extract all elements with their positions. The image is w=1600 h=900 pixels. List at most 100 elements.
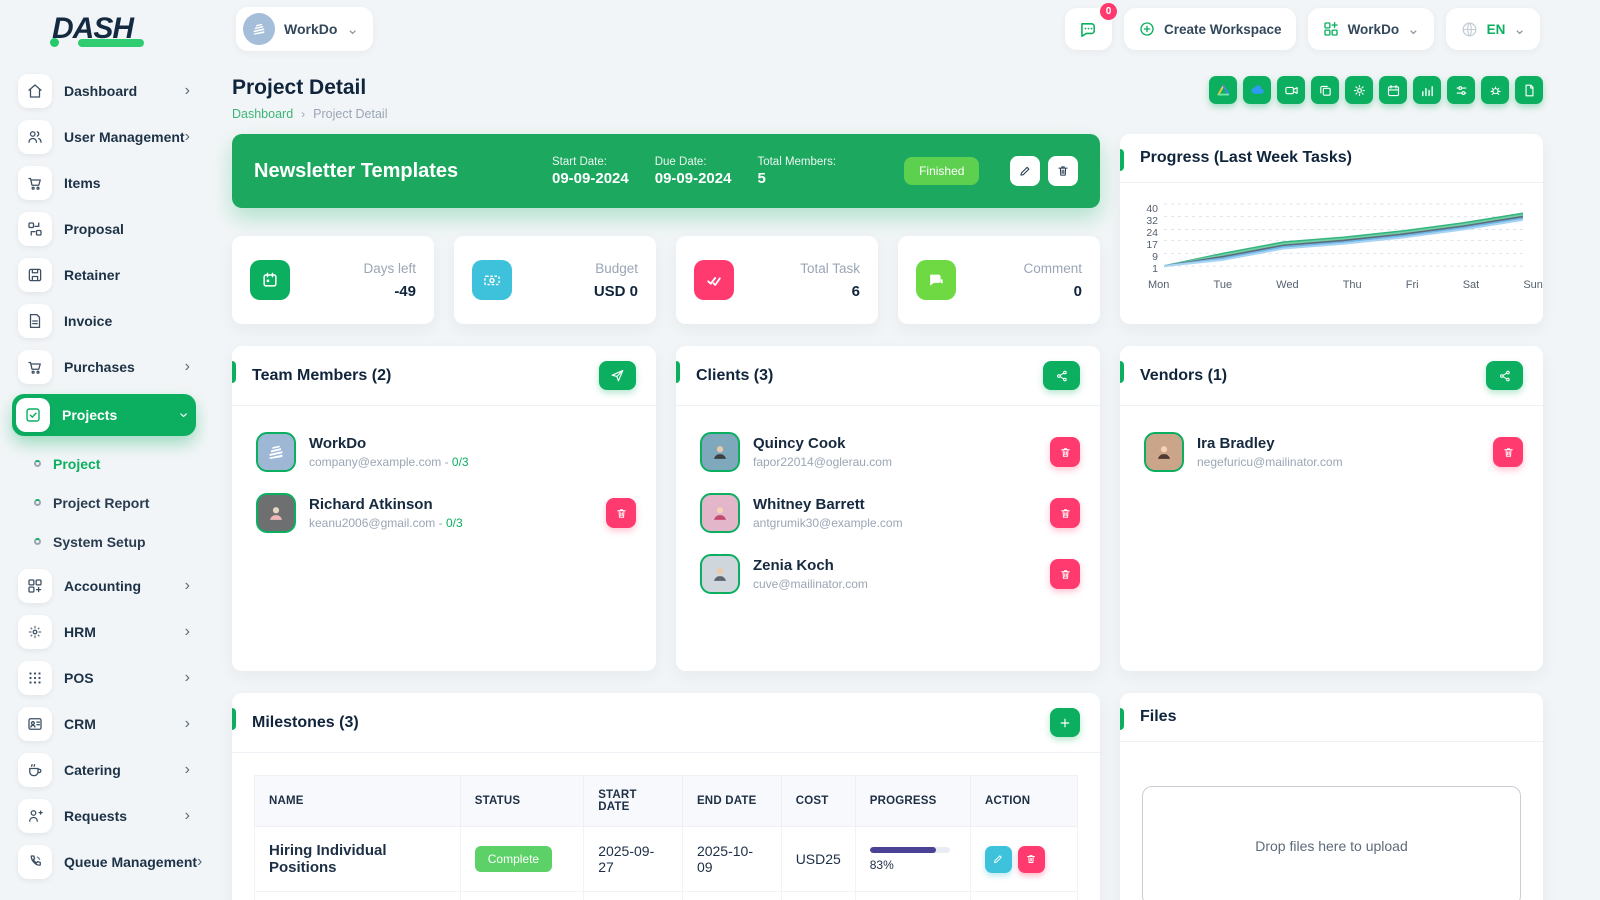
col-progress: PROGRESS	[855, 776, 970, 827]
invite-member-button[interactable]	[599, 361, 636, 390]
vendors-title: Vendors (1)	[1140, 367, 1227, 385]
pencil-icon	[1018, 164, 1032, 178]
google-drive-button[interactable]	[1209, 76, 1237, 104]
sidebar-item-invoice[interactable]: Invoice	[12, 302, 196, 340]
edit-milestone-button[interactable]	[985, 846, 1012, 873]
delete-milestone-button[interactable]	[1018, 846, 1045, 873]
remove-vendor-button[interactable]	[1493, 437, 1523, 467]
breadcrumb-dashboard-link[interactable]: Dashboard	[232, 107, 293, 121]
project-banner: Newsletter Templates Start Date: 09-09-2…	[232, 134, 1100, 208]
main-content: Project Detail Dashboard › Project Detai…	[208, 58, 1600, 900]
sidebar-item-queue-management[interactable]: Queue Management ›	[12, 843, 196, 881]
team-member-row: WorkDo company@example.com - 0/3	[256, 432, 636, 472]
sidebar-item-requests[interactable]: Requests ›	[12, 797, 196, 835]
report-button[interactable]	[1413, 76, 1441, 104]
sidebar-item-dashboard[interactable]: Dashboard ›	[12, 72, 196, 110]
sidebar-item-hrm[interactable]: HRM ›	[12, 613, 196, 651]
avatar	[700, 554, 740, 594]
file-dropzone[interactable]: Drop files here to upload	[1142, 786, 1521, 900]
sidebar-item-proposal[interactable]: Proposal	[12, 210, 196, 248]
stat-total-task: Total Task6	[676, 236, 878, 324]
globe-icon	[1460, 20, 1479, 39]
bar-chart-icon	[1420, 83, 1435, 98]
remove-client-button[interactable]	[1050, 437, 1080, 467]
chart-x-axis: MonTueWedThuFriSatSun	[1148, 279, 1543, 291]
sidebar-subitem-project[interactable]: Project	[12, 444, 196, 483]
target-icon	[18, 615, 52, 649]
accent-bar	[676, 361, 680, 383]
sidebar-item-accounting[interactable]: Accounting ›	[12, 567, 196, 605]
total-members: Total Members: 5	[757, 156, 836, 187]
bug-button[interactable]	[1481, 76, 1509, 104]
sidebar-item-projects[interactable]: Projects ›	[12, 394, 196, 436]
chevron-right-icon: ›	[197, 853, 202, 871]
share-clients-button[interactable]	[1043, 361, 1080, 390]
accent-bar	[1120, 149, 1124, 171]
google-drive-icon	[1216, 83, 1231, 98]
remove-client-button[interactable]	[1050, 498, 1080, 528]
breadcrumb-separator: ›	[301, 107, 305, 121]
onedrive-button[interactable]	[1243, 76, 1271, 104]
team-members-title: Team Members (2)	[252, 367, 391, 385]
sidebar-item-retainer[interactable]: Retainer	[12, 256, 196, 294]
avatar	[700, 432, 740, 472]
workspace-label: WorkDo	[284, 21, 337, 37]
copy-button[interactable]	[1311, 76, 1339, 104]
milestones-table: NAME STATUS START DATE END DATE COST PRO…	[254, 775, 1078, 900]
create-workspace-label: Create Workspace	[1164, 22, 1282, 37]
chevron-right-icon: ›	[185, 358, 190, 376]
edit-project-button[interactable]	[1010, 156, 1040, 186]
dots-grid-icon	[18, 661, 52, 695]
stat-days-left: Days left-49	[232, 236, 434, 324]
sidebar-item-catering[interactable]: Catering ›	[12, 751, 196, 789]
app-logo[interactable]: DASH	[0, 12, 208, 46]
share-vendors-button[interactable]	[1486, 361, 1523, 390]
workspace-menu-label: WorkDo	[1348, 22, 1400, 37]
status-badge: Complete	[475, 846, 552, 872]
delete-project-button[interactable]	[1048, 156, 1078, 186]
bug-icon	[1488, 83, 1503, 98]
workspace-selector[interactable]: WorkDo ⌄	[236, 7, 373, 51]
add-milestone-button[interactable]	[1050, 708, 1080, 737]
avatar	[1144, 432, 1184, 472]
language-label: EN	[1487, 22, 1506, 37]
remove-member-button[interactable]	[606, 498, 636, 528]
grid-plus-icon	[18, 569, 52, 603]
progress-chart-svg	[1164, 201, 1523, 271]
sidebar-item-crm[interactable]: CRM ›	[12, 705, 196, 743]
dropzone-text: Drop files here to upload	[1255, 838, 1408, 854]
sidebar-item-pos[interactable]: POS ›	[12, 659, 196, 697]
sidebar-item-purchases[interactable]: Purchases ›	[12, 348, 196, 386]
trash-icon	[1502, 446, 1515, 459]
col-action: ACTION	[970, 776, 1077, 827]
remove-client-button[interactable]	[1050, 559, 1080, 589]
messages-badge: 0	[1100, 3, 1117, 20]
gear-icon	[1352, 83, 1367, 98]
chat-icon	[916, 260, 956, 300]
sidebar-subitem-project-report[interactable]: Project Report	[12, 483, 196, 522]
sidebar-subitem-system-setup[interactable]: System Setup	[12, 522, 196, 561]
topbar: DASH WorkDo ⌄ 0 Create Workspace WorkDo …	[0, 0, 1600, 58]
meeting-button[interactable]	[1277, 76, 1305, 104]
language-menu[interactable]: EN ⌄	[1446, 8, 1540, 50]
progress-title: Progress (Last Week Tasks)	[1140, 149, 1352, 167]
messages-button[interactable]: 0	[1065, 8, 1112, 50]
trash-icon	[1025, 853, 1037, 865]
workspace-menu[interactable]: WorkDo ⌄	[1308, 8, 1434, 50]
team-member-row: Richard Atkinson keanu2006@gmail.com - 0…	[256, 493, 636, 533]
onedrive-icon	[1249, 82, 1266, 99]
calendar-button[interactable]	[1379, 76, 1407, 104]
sidebar-item-user-management[interactable]: User Management ›	[12, 118, 196, 156]
calendar-icon	[1386, 83, 1401, 98]
tracker-button[interactable]	[1447, 76, 1475, 104]
building-icon	[250, 20, 268, 38]
due-date: Due Date: 09-09-2024	[655, 156, 732, 187]
video-camera-icon	[1284, 83, 1299, 98]
document-button[interactable]	[1515, 76, 1543, 104]
project-name: Newsletter Templates	[254, 160, 552, 183]
create-workspace-button[interactable]: Create Workspace	[1124, 8, 1296, 50]
client-row: Zenia Koch cuve@mailinator.com	[700, 554, 1080, 594]
calendar-icon	[250, 260, 290, 300]
sidebar-item-items[interactable]: Items	[12, 164, 196, 202]
settings-button[interactable]	[1345, 76, 1373, 104]
